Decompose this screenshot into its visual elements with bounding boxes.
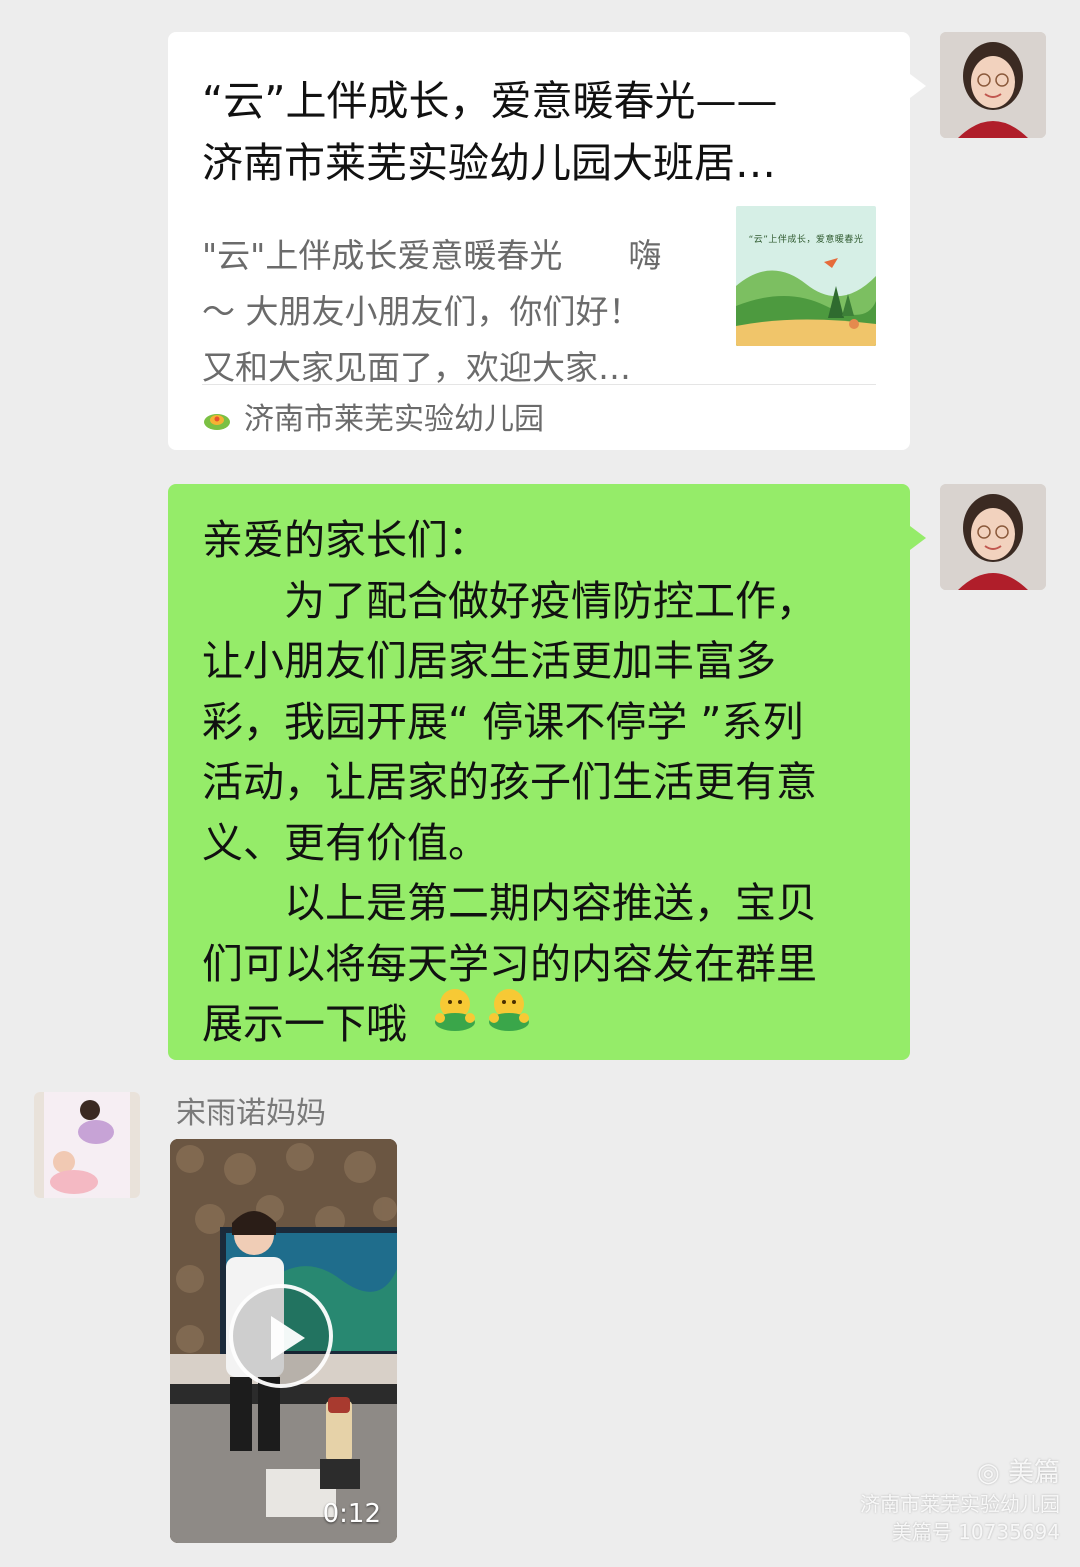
link-card-description: "云"上伴成长爱意暖春光 嗨 ～ 大朋友小朋友们，你们好！ 又和大家见面了，欢迎… xyxy=(202,236,662,387)
video-duration: 0:12 xyxy=(322,1499,381,1529)
sender-avatar-teacher[interactable] xyxy=(940,484,1046,590)
link-card-divider xyxy=(202,384,876,385)
link-card[interactable]: “云”上伴成长，爱意暖春光—— 济南市莱芜实验幼儿园大班居… "云"上伴成长爱意… xyxy=(168,32,926,450)
source-logo-icon xyxy=(202,406,232,434)
link-card-thumbnail: “云”上伴成长，爱意暖春光 xyxy=(736,206,876,346)
link-card-source: 济南市莱芜实验幼儿园 xyxy=(244,402,544,437)
message-emojis xyxy=(430,986,534,1032)
watermark: ◎ 美篇 济南市莱芜实验幼儿园 美篇号 10735694 xyxy=(860,1456,1060,1546)
link-card-title: “云”上伴成长，爱意暖春光—— 济南市莱芜实验幼儿园大班居… xyxy=(202,77,778,187)
message-bubble[interactable]: 亲爱的家长们： 为了配合做好疫情防控工作， 让小朋友们居家生活更加丰富多 彩，我… xyxy=(168,484,926,1060)
sender-name: 宋雨诺妈妈 xyxy=(176,1096,326,1131)
message-text: 亲爱的家长们： 为了配合做好疫情防控工作， 让小朋友们居家生活更加丰富多 彩，我… xyxy=(202,516,817,1048)
sender-avatar-teacher[interactable] xyxy=(940,32,1046,138)
video-message[interactable]: 0:12 xyxy=(170,1139,397,1543)
sender-avatar-parent[interactable] xyxy=(34,1092,140,1198)
hug-emoji-icon xyxy=(489,989,529,1031)
meipian-logo-icon: ◎ xyxy=(977,1458,1000,1488)
play-button[interactable] xyxy=(229,1284,333,1388)
hug-emoji-icon xyxy=(435,989,475,1031)
watermark-brand-text: 美篇 xyxy=(1007,1458,1060,1488)
watermark-line-1: 济南市莱芜实验幼儿园 xyxy=(860,1492,1060,1516)
link-card-thumbnail-caption: “云”上伴成长，爱意暖春光 xyxy=(748,235,864,245)
watermark-brand: ◎ 美篇 xyxy=(860,1456,1060,1490)
watermark-line-2: 美篇号 10735694 xyxy=(891,1520,1060,1544)
